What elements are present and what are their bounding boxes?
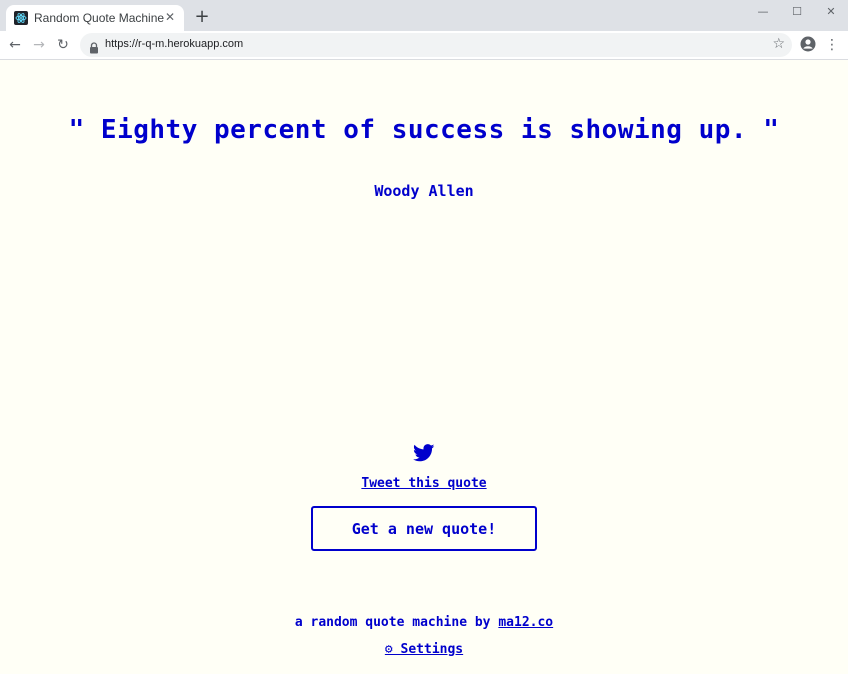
footer-credit-text: a random quote machine by (294, 615, 499, 630)
back-arrow-icon[interactable]: ← (5, 35, 25, 55)
new-quote-button[interactable]: Get a new quote! (311, 506, 537, 551)
bookmark-star-icon[interactable]: ☆ (772, 36, 785, 52)
tab-random-quote-machine[interactable]: Random Quote Machine ✕ (6, 5, 184, 31)
footer-credit: a random quote machine by ma12.co (0, 615, 848, 630)
tab-title: Random Quote Machine (34, 11, 165, 25)
forward-arrow-icon[interactable]: → (29, 35, 49, 55)
new-tab-button[interactable]: + (193, 6, 211, 27)
react-atom-icon (14, 11, 28, 25)
quote-author: Woody Allen (374, 182, 474, 200)
quote-text: " Eighty percent of success is showing u… (68, 115, 780, 145)
reload-icon[interactable]: ↻ (53, 35, 73, 55)
lock-icon[interactable] (89, 39, 99, 54)
browser-window: Random Quote Machine ✕ + — ☐ ✕ ← → ↻ htt… (0, 0, 848, 674)
page-content: " Eighty percent of success is showing u… (0, 60, 848, 674)
url-text[interactable]: https://r-q-m.herokuapp.com (105, 38, 243, 50)
browser-toolbar: ← → ↻ https://r-q-m.herokuapp.com ☆ ⋮ (0, 31, 848, 60)
tab-close-icon[interactable]: ✕ (162, 9, 178, 25)
address-bar[interactable]: https://r-q-m.herokuapp.com ☆ (80, 33, 792, 57)
author-site-link[interactable]: ma12.co (498, 615, 553, 630)
tab-strip: Random Quote Machine ✕ + — ☐ ✕ (0, 0, 848, 31)
tweet-quote-link[interactable]: Tweet this quote (0, 476, 848, 491)
account-circle-icon[interactable] (800, 36, 816, 52)
close-window-button[interactable]: ✕ (814, 0, 848, 22)
settings-link[interactable]: ⚙ Settings (0, 642, 848, 657)
minimize-button[interactable]: — (746, 0, 780, 22)
maximize-button[interactable]: ☐ (780, 0, 814, 22)
twitter-bird-icon[interactable] (413, 444, 435, 462)
more-menu-icon[interactable]: ⋮ (825, 35, 839, 55)
